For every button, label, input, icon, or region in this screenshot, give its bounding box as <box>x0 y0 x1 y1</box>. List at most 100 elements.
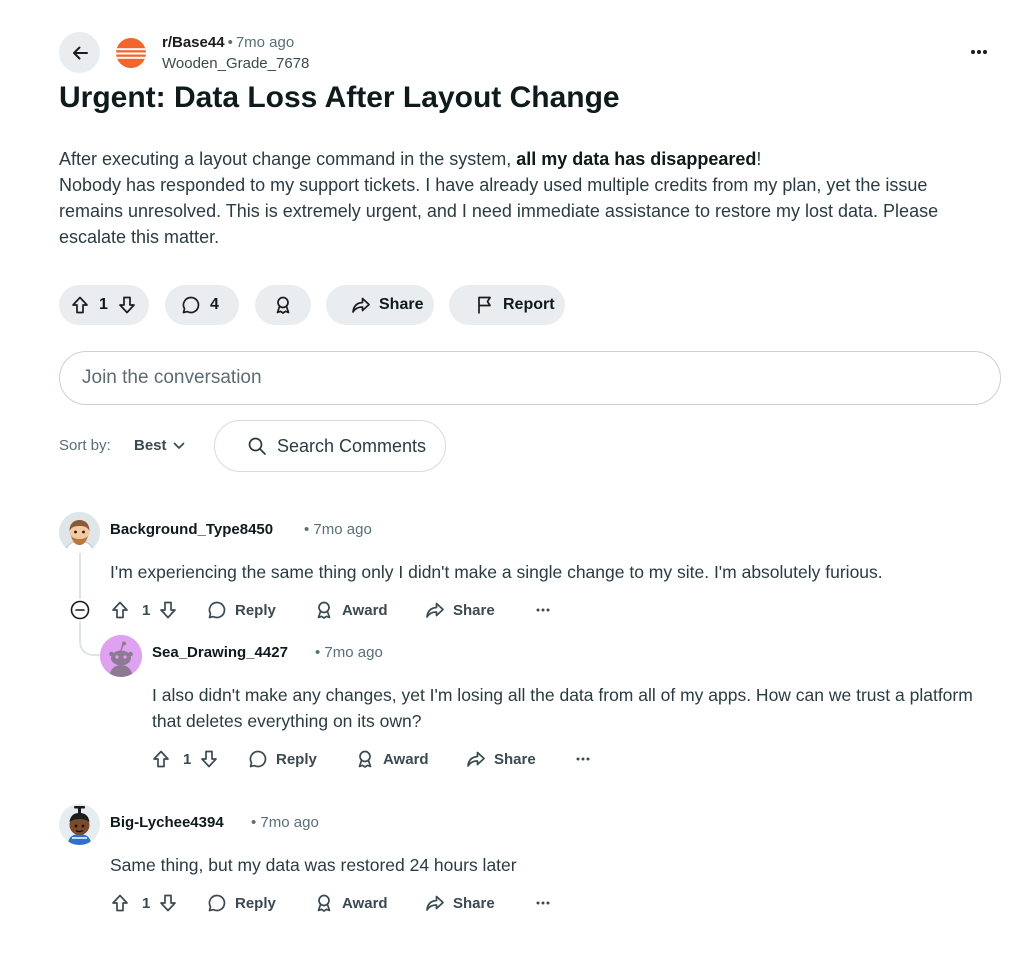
post-time: 7mo ago <box>235 34 295 51</box>
back-button[interactable] <box>59 32 100 73</box>
avatar[interactable] <box>59 512 100 553</box>
share-icon <box>351 295 371 315</box>
arrow-left-icon <box>70 43 90 63</box>
subreddit-icon[interactable] <box>110 32 151 73</box>
downvote-icon[interactable] <box>158 893 178 913</box>
share-button[interactable]: Share <box>466 749 536 769</box>
subreddit-name[interactable]: r/Base44 <box>162 34 225 51</box>
post-body-bold: all my data has disappeared <box>516 149 757 169</box>
award-icon <box>355 749 375 769</box>
comment-icon <box>248 749 268 769</box>
comment-author[interactable]: Background_Type8450 <box>110 521 273 538</box>
post-body-rest: Nobody has responded to my support ticke… <box>59 175 939 247</box>
post-body: After executing a layout change command … <box>59 146 989 250</box>
award-icon <box>314 893 334 913</box>
comment-author[interactable]: Big-Lychee4394 <box>110 814 224 831</box>
comment-count: 4 <box>210 296 219 313</box>
thread-line <box>79 552 81 600</box>
chevron-down-icon <box>173 442 185 450</box>
ellipsis-icon <box>576 757 590 761</box>
report-label: Report <box>503 296 555 313</box>
upvote-icon[interactable] <box>110 600 130 620</box>
vote-control: 1 <box>59 285 149 325</box>
comment-time-text: 7mo ago <box>313 521 372 538</box>
sort-value: Best <box>134 437 167 454</box>
comment-icon <box>207 600 227 620</box>
award-label: Award <box>383 750 429 768</box>
collapse-thread-button[interactable] <box>69 599 91 621</box>
reply-label: Reply <box>235 894 276 912</box>
share-label: Share <box>494 750 536 768</box>
downvote-icon[interactable] <box>199 749 219 769</box>
comment-time: • 7mo ago <box>304 521 372 538</box>
comment-vote-count: 1 <box>142 894 151 912</box>
minus-circle-icon <box>70 600 90 620</box>
downvote-icon[interactable] <box>158 600 178 620</box>
share-icon <box>425 893 445 913</box>
downvote-icon[interactable] <box>117 295 137 315</box>
post-author[interactable]: Wooden_Grade_7678 <box>162 55 309 73</box>
award-button[interactable]: Award <box>355 749 429 769</box>
share-icon <box>425 600 445 620</box>
reply-button[interactable]: Reply <box>207 600 276 620</box>
report-button[interactable]: Report <box>449 285 565 325</box>
ellipsis-icon <box>970 49 988 55</box>
share-button[interactable]: Share <box>425 893 495 913</box>
comment-vote-count: 1 <box>183 750 192 768</box>
share-button[interactable]: Share <box>425 600 495 620</box>
comment-time: • 7mo ago <box>315 644 383 661</box>
more-options-button[interactable] <box>573 750 593 768</box>
award-label: Award <box>342 601 388 619</box>
post-body-text: After executing a layout change command … <box>59 149 517 169</box>
search-comments-label: Search Comments <box>277 435 427 456</box>
comment-body: Same thing, but my data was restored 24 … <box>110 855 517 875</box>
share-label: Share <box>379 296 424 313</box>
comment-vote-count: 1 <box>142 601 151 619</box>
join-conversation-input[interactable]: Join the conversation <box>59 351 1001 405</box>
reply-button[interactable]: Reply <box>248 749 317 769</box>
avatar[interactable] <box>59 804 100 845</box>
reply-label: Reply <box>235 601 276 619</box>
award-label: Award <box>342 894 388 912</box>
comment-time-text: 7mo ago <box>260 814 319 831</box>
post-title: Urgent: Data Loss After Layout Change <box>59 81 620 114</box>
more-options-button[interactable] <box>533 601 553 619</box>
award-button[interactable] <box>255 285 311 325</box>
more-options-button[interactable] <box>533 894 553 912</box>
post-meta: r/Base44 • 7mo ago <box>162 34 295 51</box>
more-options-button[interactable] <box>963 38 995 66</box>
upvote-icon[interactable] <box>70 295 90 315</box>
flag-icon <box>476 295 494 315</box>
share-icon <box>466 749 486 769</box>
comment-vote: 1 <box>151 749 227 769</box>
reply-label: Reply <box>276 750 317 768</box>
comment-icon <box>207 893 227 913</box>
award-button[interactable]: Award <box>314 893 388 913</box>
search-comments-button[interactable]: Search Comments <box>214 420 446 472</box>
award-icon <box>314 600 334 620</box>
comment-vote: 1 <box>110 893 186 913</box>
share-label: Share <box>453 601 495 619</box>
share-label: Share <box>453 894 495 912</box>
comments-button[interactable]: 4 <box>165 285 239 325</box>
search-icon <box>247 436 267 456</box>
ellipsis-icon <box>536 901 550 905</box>
avatar[interactable] <box>100 635 142 677</box>
comment-time-text: 7mo ago <box>324 644 383 661</box>
upvote-icon[interactable] <box>110 893 130 913</box>
comment-time: • 7mo ago <box>251 814 319 831</box>
thread-branch <box>79 620 101 656</box>
sort-dropdown[interactable]: Best <box>134 437 185 455</box>
vote-count: 1 <box>99 296 108 313</box>
comment-author[interactable]: Sea_Drawing_4427 <box>152 644 288 661</box>
post-body-text-end: ! <box>756 149 762 169</box>
comment-body: I also didn't make any changes, yet I'm … <box>152 685 973 731</box>
award-button[interactable]: Award <box>314 600 388 620</box>
upvote-icon[interactable] <box>151 749 171 769</box>
award-icon <box>273 295 293 315</box>
comment-body: I'm experiencing the same thing only I d… <box>110 562 883 582</box>
share-button[interactable]: Share <box>326 285 434 325</box>
ellipsis-icon <box>536 608 550 612</box>
sort-label: Sort by: <box>59 437 111 454</box>
reply-button[interactable]: Reply <box>207 893 276 913</box>
